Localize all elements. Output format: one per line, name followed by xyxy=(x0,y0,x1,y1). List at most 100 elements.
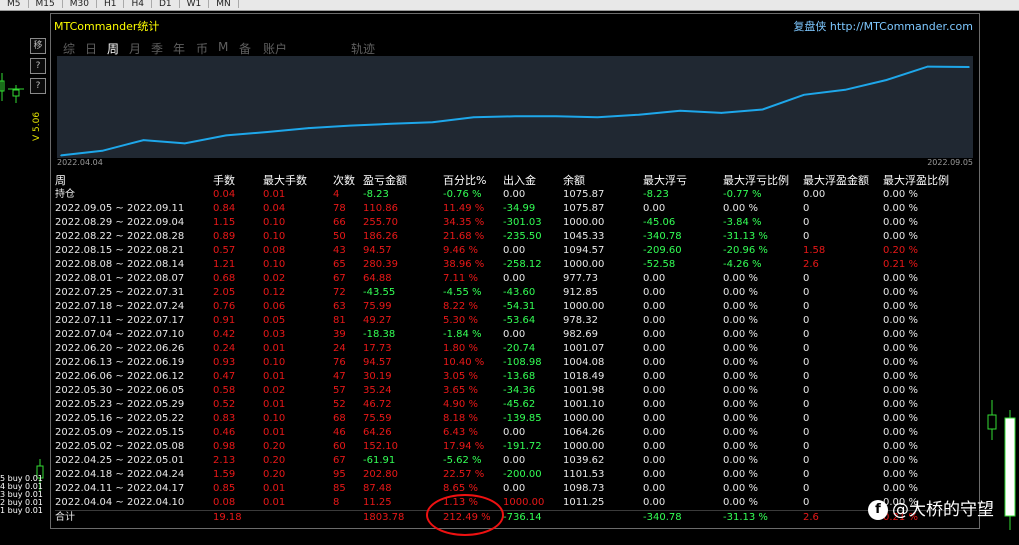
cell-col-9: 0.00 % xyxy=(723,343,758,354)
cell-col-2: 0.05 xyxy=(263,315,286,326)
help-button[interactable]: ? xyxy=(30,58,46,74)
cell-col-0: 2022.07.25 ~ 2022.07.31 xyxy=(55,287,185,298)
cell-col-3: 39 xyxy=(333,329,346,340)
tab-0[interactable]: 综 xyxy=(63,40,75,57)
cell-col-6: -54.31 xyxy=(503,301,536,312)
equity-point xyxy=(349,124,351,127)
cell-col-6: 0.00 xyxy=(503,245,526,256)
cell-col-1: 手数 xyxy=(213,174,235,187)
cell-col-9: 最大浮亏比例 xyxy=(723,174,789,187)
cell-col-1: 0.89 xyxy=(213,231,236,242)
right-chart-strip xyxy=(980,0,1019,541)
cell-col-9: 0.00 % xyxy=(723,287,758,298)
cell-col-4: 87.48 xyxy=(363,483,392,494)
table-row: 2022.08.08 ~ 2022.08.14 1.21 0.10 65 280.39 3… xyxy=(55,258,977,272)
cell-col-10: 2.6 xyxy=(803,512,819,523)
cell-col-11: 0.00 % xyxy=(883,483,918,494)
help-button-2[interactable]: ? xyxy=(30,78,46,94)
cell-col-11: 0.00 % xyxy=(883,301,918,312)
cell-col-0: 2022.06.13 ~ 2022.06.19 xyxy=(55,357,185,368)
cell-col-6: -200.00 xyxy=(503,469,542,480)
table-row: 2022.04.25 ~ 2022.05.01 2.13 0.20 67 -61.91 -… xyxy=(55,454,977,468)
cell-col-1: 0.93 xyxy=(213,357,236,368)
table-row: 2022.07.18 ~ 2022.07.24 0.76 0.06 63 75.99 8.… xyxy=(55,300,977,314)
table-row: 2022.07.04 ~ 2022.07.10 0.42 0.03 39 -18.38 -… xyxy=(55,328,977,342)
cell-col-4: 110.86 xyxy=(363,203,398,214)
timeframe-w1[interactable]: W1 xyxy=(180,0,210,9)
equity-point xyxy=(472,116,475,119)
equity-point xyxy=(720,112,723,114)
cell-col-7: 912.85 xyxy=(563,287,598,298)
cell-col-1: 1.21 xyxy=(213,259,236,270)
cell-col-4: 46.72 xyxy=(363,399,392,410)
tab-8[interactable]: 备 xyxy=(239,40,251,57)
cell-col-1: 0.84 xyxy=(213,203,236,214)
cell-col-10: 0 xyxy=(803,287,810,298)
tab-1[interactable]: 日 xyxy=(85,40,97,57)
cell-col-1: 0.85 xyxy=(213,483,236,494)
cell-col-8: -45.06 xyxy=(643,217,676,228)
cell-col-11: 0.20 % xyxy=(883,245,918,256)
cell-col-4: 152.10 xyxy=(363,441,398,452)
cell-col-1: 0.42 xyxy=(213,329,236,340)
cell-col-1: 2.05 xyxy=(213,287,236,298)
cell-col-4: 30.19 xyxy=(363,371,392,382)
cell-col-4: 17.73 xyxy=(363,343,392,354)
cell-col-8: 0.00 xyxy=(643,427,666,438)
timeframe-h4[interactable]: H4 xyxy=(124,0,152,9)
tab-4[interactable]: 季 xyxy=(151,40,163,57)
cell-col-10: 0 xyxy=(803,231,810,242)
equity-point xyxy=(431,121,434,123)
tab-7[interactable]: M xyxy=(218,40,228,54)
timeframe-m30[interactable]: M30 xyxy=(63,0,97,9)
cell-col-0: 2022.08.29 ~ 2022.09.04 xyxy=(55,217,185,228)
move-button[interactable]: 移 xyxy=(30,38,46,54)
timeframe-m15[interactable]: M15 xyxy=(29,0,63,9)
cell-col-7: 1000.00 xyxy=(563,301,605,312)
cell-col-0: 2022.05.09 ~ 2022.05.15 xyxy=(55,427,185,438)
cell-col-8: 0.00 xyxy=(643,483,666,494)
table-row: 2022.08.01 ~ 2022.08.07 0.68 0.02 67 64.88 7.… xyxy=(55,272,977,286)
cell-col-2: 0.01 xyxy=(263,427,286,438)
cell-col-11: 0.00 % xyxy=(883,371,918,382)
cell-col-11: 0.00 % xyxy=(883,203,918,214)
cell-col-10: 0 xyxy=(803,357,810,368)
cell-col-5: 38.96 % xyxy=(443,259,485,270)
timeframe-d1[interactable]: D1 xyxy=(152,0,180,9)
cell-col-9: -4.26 % xyxy=(723,259,762,270)
cell-col-3: 4 xyxy=(333,189,340,200)
equity-point xyxy=(885,79,888,81)
cell-col-4: 64.88 xyxy=(363,273,392,284)
cell-col-4: 94.57 xyxy=(363,245,392,256)
cell-col-5: 10.40 % xyxy=(443,357,485,368)
cell-col-7: 余额 xyxy=(563,174,585,187)
cell-col-6: -235.50 xyxy=(503,231,542,242)
highlight-circle xyxy=(426,494,504,536)
cell-col-6: -191.72 xyxy=(503,441,542,452)
cell-col-0: 2022.06.20 ~ 2022.06.26 xyxy=(55,343,185,354)
cell-col-4: -43.55 xyxy=(363,287,396,298)
cell-col-10: 0 xyxy=(803,455,810,466)
cell-col-9: 0.00 % xyxy=(723,441,758,452)
site-link[interactable]: 复盘侠 http://MTCommander.com xyxy=(793,18,973,34)
tab-10[interactable]: 轨迹 xyxy=(351,40,375,57)
cell-col-6: -20.74 xyxy=(503,343,536,354)
cell-col-6: -13.68 xyxy=(503,371,536,382)
table-row: 2022.05.23 ~ 2022.05.29 0.52 0.01 52 46.72 4.… xyxy=(55,398,977,412)
tab-2[interactable]: 周 xyxy=(107,40,119,57)
cell-col-9: 0.00 % xyxy=(723,469,758,480)
cell-col-4: -18.38 xyxy=(363,329,396,340)
tab-9[interactable]: 账户 xyxy=(263,40,287,57)
cell-col-1: 0.04 xyxy=(213,189,236,200)
chart-end-date: 2022.09.05 xyxy=(927,158,973,167)
cell-col-5: 34.35 % xyxy=(443,217,485,228)
tab-3[interactable]: 月 xyxy=(129,40,141,57)
timeframe-mn[interactable]: MN xyxy=(209,0,239,9)
timeframe-m5[interactable]: M5 xyxy=(0,0,29,9)
cell-col-5: 22.57 % xyxy=(443,469,485,480)
table-row: 2022.06.13 ~ 2022.06.19 0.93 0.10 76 94.57 10… xyxy=(55,356,977,370)
cell-col-1: 0.98 xyxy=(213,441,236,452)
tab-6[interactable]: 币 xyxy=(196,40,208,57)
tab-5[interactable]: 年 xyxy=(173,40,185,57)
timeframe-h1[interactable]: H1 xyxy=(97,0,125,9)
